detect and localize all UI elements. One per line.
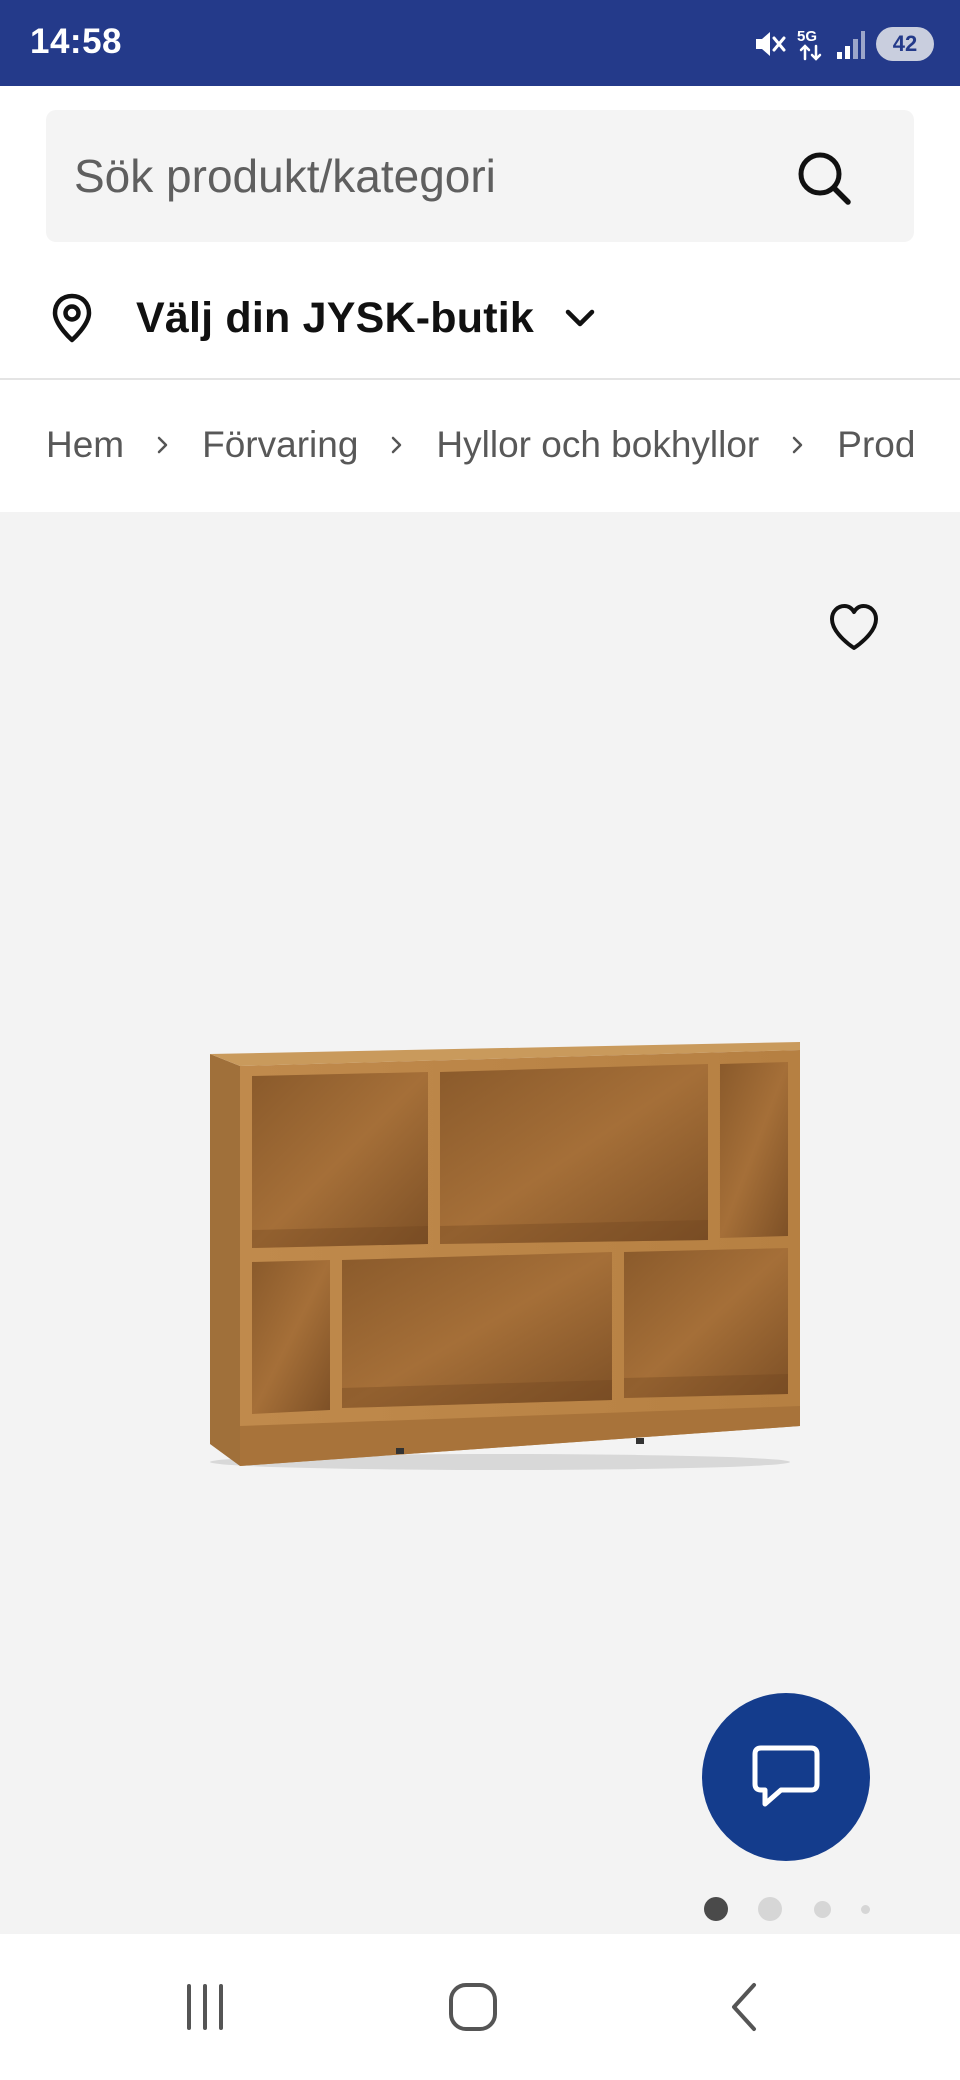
battery-indicator: 42 bbox=[876, 27, 934, 61]
carousel-dot-2[interactable] bbox=[758, 1897, 782, 1921]
search-box[interactable] bbox=[46, 110, 914, 242]
svg-text:5G: 5G bbox=[797, 28, 817, 45]
signal-icon bbox=[837, 31, 865, 59]
bookshelf-product-image bbox=[210, 1042, 800, 1470]
mute-icon bbox=[756, 32, 786, 56]
breadcrumb-item-product[interactable]: Produ bbox=[837, 424, 914, 466]
carousel-dot-4[interactable] bbox=[861, 1905, 870, 1914]
recent-apps-icon bbox=[187, 1984, 223, 2030]
search-input[interactable] bbox=[74, 140, 774, 212]
chevron-right-icon bbox=[157, 436, 168, 454]
recent-apps-button[interactable] bbox=[160, 1972, 250, 2042]
back-icon bbox=[732, 1983, 756, 2031]
status-icons: 5G 42 bbox=[752, 22, 934, 66]
location-pin-icon bbox=[52, 293, 92, 343]
status-time: 14:58 bbox=[30, 22, 123, 61]
status-bar: 14:58 5G 42 bbox=[0, 0, 960, 86]
store-label: Välj din JYSK-butik bbox=[136, 293, 535, 342]
chevron-down-icon bbox=[565, 309, 595, 327]
home-icon bbox=[449, 1983, 497, 2031]
carousel-indicator[interactable] bbox=[700, 1894, 880, 1924]
breadcrumb: Hem Förvaring Hyllor och bokhyllor Produ bbox=[46, 410, 914, 480]
chevron-right-icon bbox=[392, 436, 402, 454]
chevron-right-icon bbox=[793, 436, 803, 454]
divider bbox=[0, 378, 960, 380]
network-5g-icon: 5G bbox=[797, 28, 822, 61]
chat-bubble-icon bbox=[752, 1745, 820, 1807]
system-nav-bar bbox=[0, 1934, 960, 2080]
search-icon[interactable] bbox=[796, 150, 852, 206]
back-button[interactable] bbox=[700, 1972, 790, 2042]
home-button[interactable] bbox=[428, 1972, 518, 2042]
carousel-dot-1[interactable] bbox=[704, 1897, 728, 1921]
store-selector[interactable]: Välj din JYSK-butik bbox=[46, 280, 600, 356]
breadcrumb-item-hem[interactable]: Hem bbox=[46, 424, 124, 466]
breadcrumb-item-hyllor[interactable]: Hyllor och bokhyllor bbox=[436, 424, 759, 466]
chat-button[interactable] bbox=[702, 1693, 870, 1861]
breadcrumb-item-forvaring[interactable]: Förvaring bbox=[202, 424, 358, 466]
carousel-dot-3[interactable] bbox=[814, 1901, 831, 1918]
heart-icon[interactable] bbox=[826, 600, 882, 656]
